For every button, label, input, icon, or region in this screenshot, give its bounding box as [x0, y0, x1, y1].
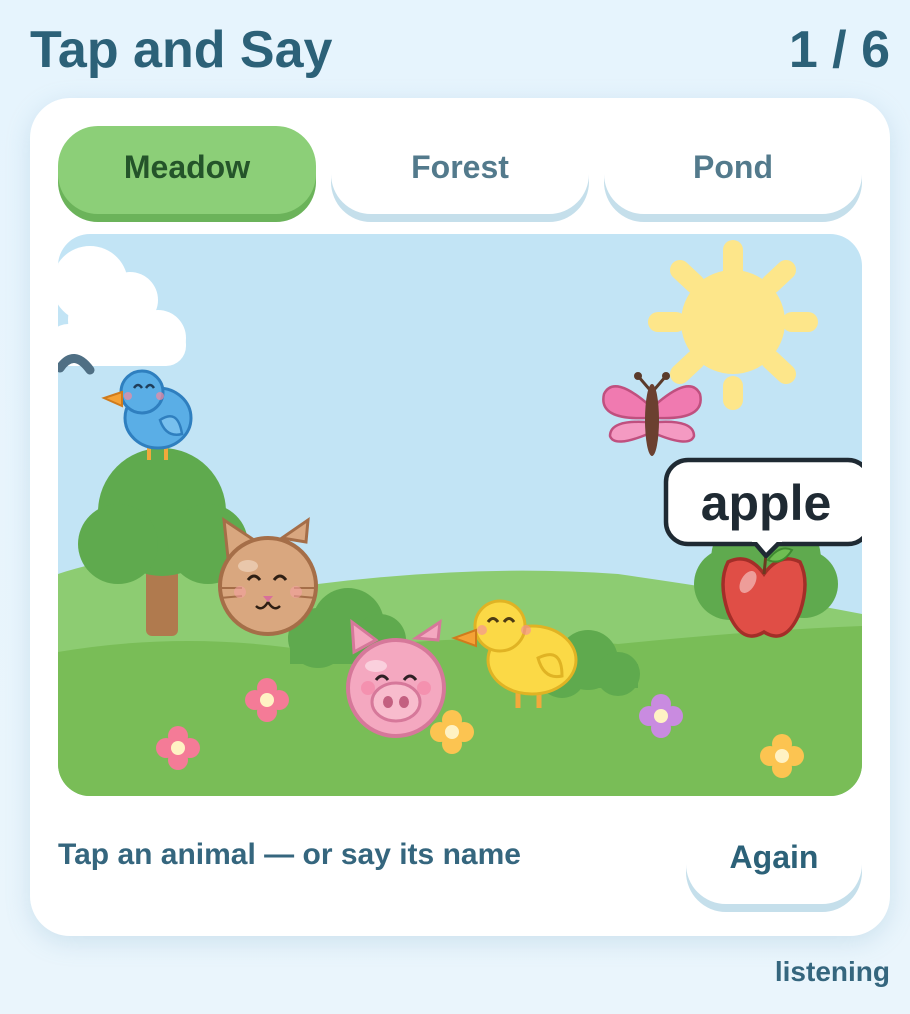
speech-bubble-text: apple: [701, 475, 832, 531]
main-card: Meadow Forest Pond apple Tap an animal —…: [30, 98, 890, 936]
tab-pond[interactable]: Pond: [604, 126, 862, 214]
page-title: Tap and Say: [30, 21, 333, 79]
again-button[interactable]: Again: [686, 816, 862, 904]
pig-icon[interactable]: [346, 618, 446, 738]
tab-bar: Meadow Forest Pond: [58, 126, 862, 220]
tab-meadow[interactable]: Meadow: [58, 126, 316, 214]
scene-canvas: apple: [58, 234, 862, 796]
tab-forest[interactable]: Forest: [331, 126, 589, 214]
cat-icon[interactable]: [218, 516, 318, 636]
sun-icon: [648, 240, 818, 410]
instruction-hint: Tap an animal — or say its name: [58, 838, 521, 871]
speech-bubble: apple: [663, 457, 862, 559]
apple-icon[interactable]: [721, 547, 807, 638]
progress-counter: 1 / 6: [788, 21, 890, 79]
listening-status: listening: [774, 956, 890, 987]
